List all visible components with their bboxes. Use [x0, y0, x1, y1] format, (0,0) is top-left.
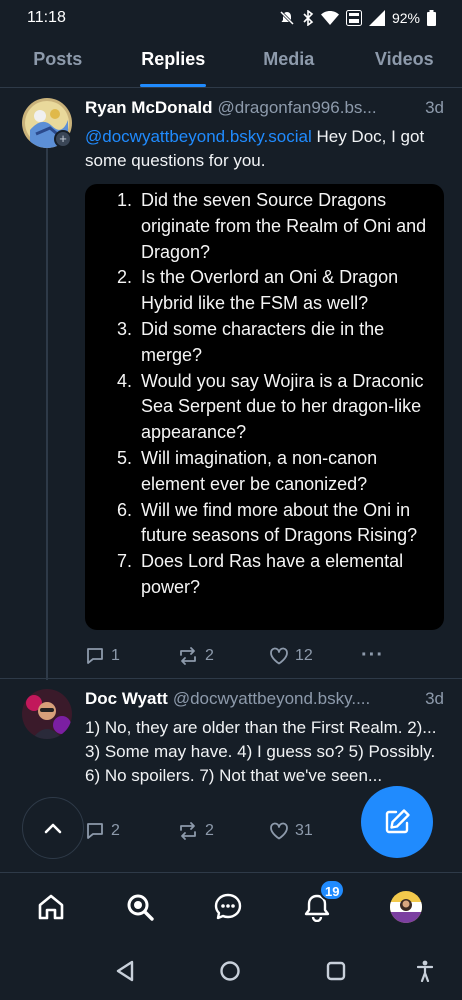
tab-media[interactable]: Media [231, 36, 347, 87]
follow-plus-icon[interactable]: + [54, 130, 72, 148]
list-item: 3. Did some characters die in the merge? [117, 318, 385, 365]
post-text: @docwyattbeyond.bsky.social Hey Doc, I g… [85, 127, 425, 170]
volte-icon [345, 10, 362, 26]
reply-icon [87, 647, 103, 664]
like-button[interactable]: 31 [269, 822, 361, 840]
list-item: 1. Did the seven Source Dragons originate… [117, 190, 427, 262]
search-icon [127, 894, 154, 921]
post-time[interactable]: 3d [425, 98, 444, 118]
home-system-icon[interactable] [219, 960, 241, 982]
post-image[interactable]: 1. Did the seven Source Dragons originate… [85, 184, 444, 630]
mention-link[interactable]: @docwyattbeyond.bsky.social [85, 127, 312, 146]
nav-profile[interactable] [386, 887, 426, 927]
post-text: 1) No, they are older than the First Rea… [85, 718, 437, 785]
scroll-to-top-button[interactable] [22, 797, 84, 859]
post-actions: 2 2 31 [85, 821, 361, 841]
messages-icon [214, 893, 242, 920]
repost-button[interactable]: 2 [177, 821, 269, 841]
system-navigation-bar [0, 944, 462, 1000]
repost-icon [180, 646, 196, 665]
status-bar: 11:18 92% [0, 0, 462, 36]
reply-icon [87, 823, 103, 839]
nav-messages[interactable] [208, 887, 248, 927]
thread-line [46, 148, 48, 680]
author-handle[interactable]: @docwyattbeyond.bsky.... [173, 689, 419, 709]
like-button[interactable]: 12 [269, 647, 361, 665]
nav-search[interactable] [120, 887, 160, 927]
heart-icon [270, 647, 288, 664]
post-ryan[interactable]: + Ryan McDonald @dragonfan996.bs... 3d @… [0, 88, 462, 680]
signal-icon [368, 10, 385, 26]
post-actions: 1 2 12 ··· [85, 644, 384, 667]
heart-icon [270, 822, 288, 840]
question-list: 1. Did the seven Source Dragons originate… [117, 188, 428, 601]
author-name[interactable]: Ryan McDonald [85, 98, 213, 118]
list-item: 2. Is the Overlord an Oni & Dragon Hybrid… [117, 267, 399, 314]
home-icon [38, 894, 64, 920]
chevron-up-icon [44, 823, 62, 834]
author-avatar[interactable] [22, 689, 72, 739]
back-icon[interactable] [115, 960, 135, 982]
more-options-button[interactable]: ··· [361, 644, 384, 667]
compose-icon [385, 809, 410, 834]
wifi-icon [320, 10, 339, 25]
battery-percent: 92% [391, 10, 420, 26]
bluetooth-icon [303, 10, 314, 26]
accessibility-icon[interactable] [417, 960, 433, 982]
repost-icon [180, 822, 196, 840]
tab-posts[interactable]: Posts [0, 36, 116, 87]
mute-icon [279, 10, 295, 26]
tab-replies[interactable]: Replies [116, 36, 232, 87]
tab-videos[interactable]: Videos [347, 36, 462, 87]
compose-post-button[interactable] [361, 786, 433, 858]
list-item: 6. Will we find more about the Oni in fut… [117, 499, 418, 546]
reply-button[interactable]: 1 [85, 646, 177, 666]
notification-count-badge: 19 [319, 879, 346, 901]
recents-icon[interactable] [326, 960, 346, 982]
list-item: 7. Does Lord Ras have a elemental power? [117, 551, 404, 597]
repost-button[interactable]: 2 [177, 646, 269, 666]
profile-avatar [390, 891, 422, 923]
reply-button[interactable]: 2 [85, 821, 177, 841]
more-icon: ··· [361, 644, 384, 666]
author-handle[interactable]: @dragonfan996.bs... [218, 98, 420, 118]
list-item: 5. Will imagination, a non-canon element … [117, 447, 378, 494]
status-time: 11:18 [27, 9, 66, 26]
list-item: 4. Would you say Wojira is a Draconic Sea… [117, 370, 424, 443]
battery-icon [427, 10, 436, 26]
post-time[interactable]: 3d [425, 689, 444, 709]
nav-notifications[interactable]: 19 [297, 879, 346, 927]
profile-tabs: Posts Replies Media Videos [0, 36, 462, 88]
bottom-navigation: 19 [0, 872, 462, 944]
nav-home[interactable] [31, 887, 71, 927]
author-name[interactable]: Doc Wyatt [85, 689, 168, 709]
